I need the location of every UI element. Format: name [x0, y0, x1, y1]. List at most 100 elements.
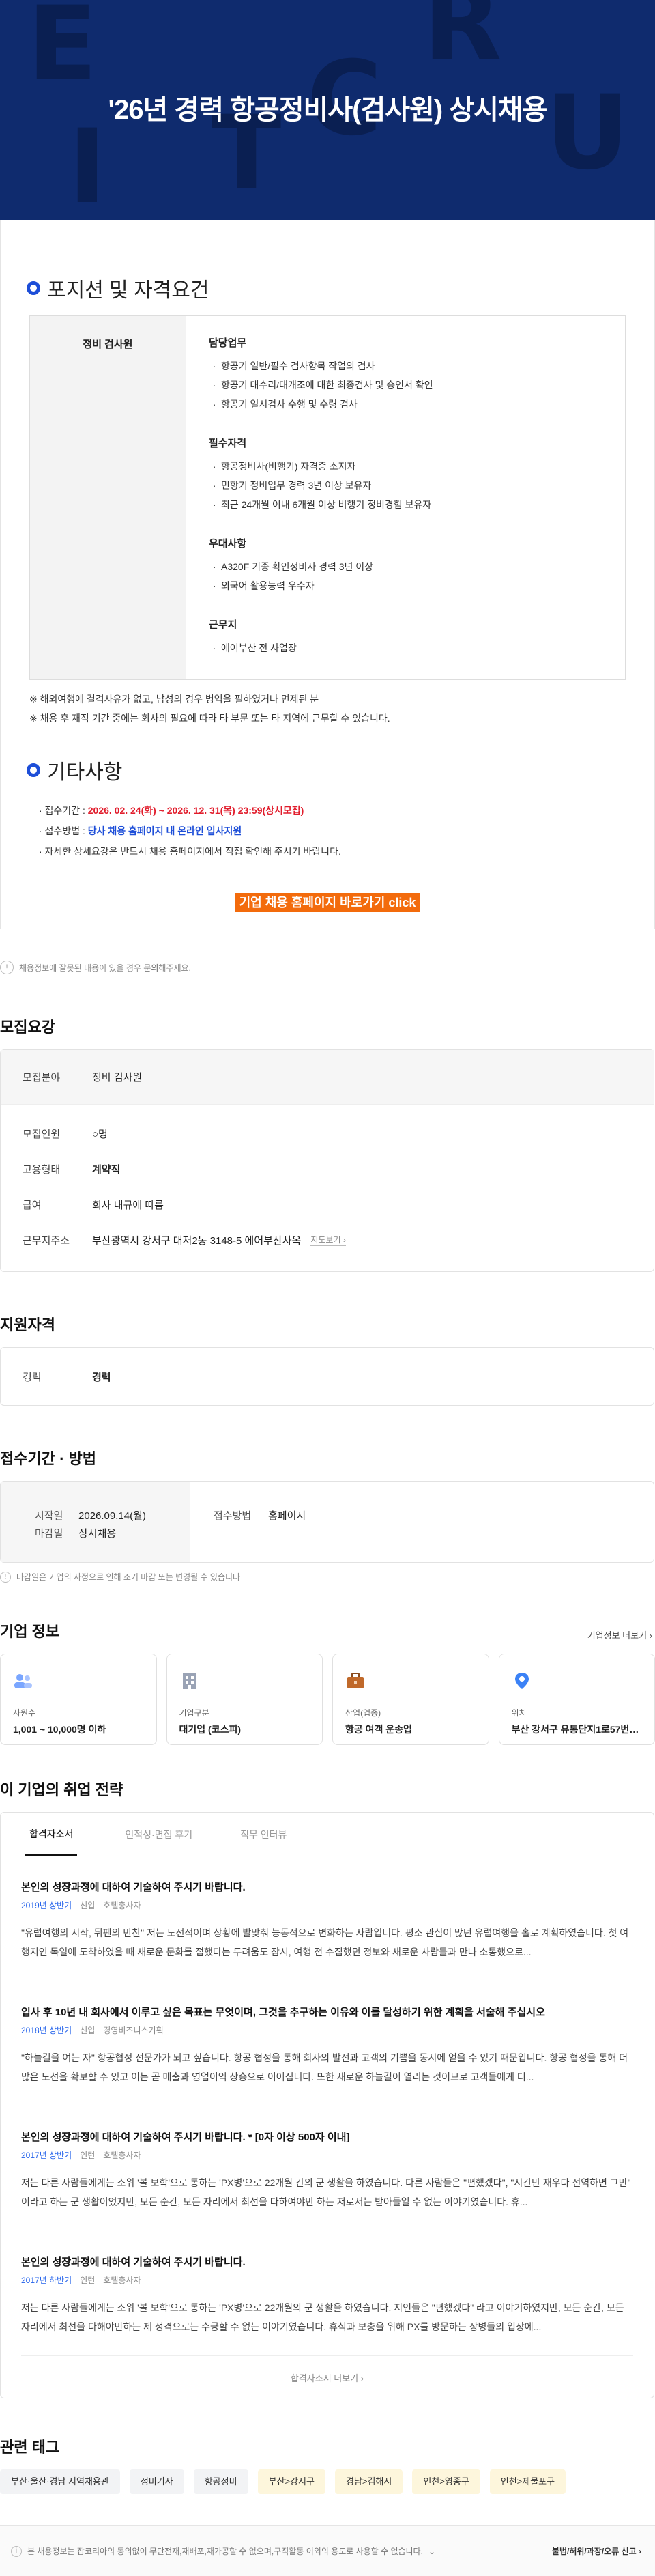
story-meta: 2018년 상반기신입경영비즈니스기획	[21, 2024, 633, 2036]
strategy-header: 이 기업의 취업 전략	[0, 1745, 655, 1812]
misc-heading: 기타사항	[1, 728, 654, 785]
period-value: 2026. 02. 24(화) ~ 2026. 12. 31(목) 23:59(…	[88, 805, 304, 816]
apply-method: 접수방법홈페이지	[190, 1482, 654, 1562]
story-question: 본인의 성장과정에 대하여 기술하여 주시기 바랍니다.	[21, 2254, 633, 2269]
tab-interview-reviews[interactable]: 인적성·면접 후기	[125, 1813, 192, 1856]
tag-chip[interactable]: 항공정비	[194, 2469, 248, 2494]
footer-notice: i 본 채용정보는 잡코리아의 동의없이 무단전재,재배포,재가공할 수 없으며…	[11, 2545, 435, 2557]
strategy-title: 이 기업의 취업 전략	[0, 1778, 123, 1800]
note-text: ※ 해외여행에 결격사유가 없고, 남성의 경우 병역을 필하였거나 면제된 분	[29, 690, 654, 709]
requirements-title: 모집요강	[0, 974, 655, 1049]
misc-heading-text: 기타사항	[47, 755, 122, 785]
circle-bullet-icon	[27, 281, 40, 295]
story-meta: 2017년 하반기인턴호텔총사자	[21, 2274, 633, 2286]
cover-letter-item[interactable]: 본인의 성장과정에 대하여 기술하여 주시기 바랍니다. * [0자 이상 50…	[21, 2106, 633, 2231]
period-line: · 접수기간 : 2026. 02. 24(화) ~ 2026. 12. 31(…	[39, 800, 654, 821]
story-question: 본인의 성장과정에 대하여 기술하여 주시기 바랍니다. * [0자 이상 50…	[21, 2129, 633, 2144]
company-title: 기업 정보	[0, 1619, 59, 1641]
story-answer: "하늘길을 여는 자" 항공협정 전문가가 되고 싶습니다. 항공 협정을 통해…	[21, 2048, 633, 2086]
position-details: 담당업무 항공기 일반/필수 검사항목 작업의 검사 항공기 대수리/대개조에 …	[186, 316, 625, 679]
story-meta: 2019년 상반기신입호텔총사자	[21, 1899, 633, 1911]
company-more-link[interactable]: 기업정보 더보기 ›	[587, 1628, 655, 1641]
group-item: 항공기 일시검사 수행 및 수령 검사	[209, 395, 625, 414]
strategy-box: 합격자소서 인적성·면접 후기 직무 인터뷰 본인의 성장과정에 대하여 기술하…	[0, 1812, 654, 2398]
group-title: 근무지	[209, 617, 625, 632]
tab-job-interviews[interactable]: 직무 인터뷰	[240, 1813, 287, 1856]
posting-body: 포지션 및 자격요건 정비 검사원 담당업무 항공기 일반/필수 검사항목 작업…	[0, 220, 655, 929]
building-icon	[179, 1672, 200, 1690]
cover-letter-item[interactable]: 본인의 성장과정에 대하여 기술하여 주시기 바랍니다. 2019년 상반기신입…	[21, 1856, 633, 1981]
qual-row: 경력경력	[1, 1348, 654, 1405]
qualification-box: 경력경력	[0, 1347, 654, 1406]
group-title: 우대사항	[209, 536, 625, 550]
note-text: ※ 채용 후 재직 기간 중에는 회사의 필요에 따라 타 부문 또는 타 지역…	[29, 709, 654, 728]
method-label: · 접수방법 :	[39, 825, 88, 836]
positions-heading-text: 포지션 및 자격요건	[47, 273, 209, 303]
report-button[interactable]: 불법/허위/과장/오류 신고 ›	[552, 2545, 641, 2557]
requirements-box: 모집분야정비 검사원 모집인원○명 고용형태계약직 급여회사 내규에 따름 근무…	[0, 1049, 654, 1272]
cover-letter-item[interactable]: 본인의 성장과정에 대하여 기술하여 주시기 바랍니다. 2017년 하반기인턴…	[21, 2231, 633, 2356]
position-role: 정비 검사원	[30, 316, 186, 679]
tag-chip[interactable]: 경남>김해시	[335, 2469, 403, 2494]
period-label: · 접수기간 :	[39, 805, 88, 816]
company-card-location: 위치 부산 강서구 유통단지1로57번가길 12	[499, 1654, 655, 1745]
story-question: 본인의 성장과정에 대하여 기술하여 주시기 바랍니다.	[21, 1880, 633, 1894]
apply-tip: !마감일은 기업의 사정으로 인해 조기 마감 또는 변경될 수 있습니다	[0, 1563, 655, 1583]
story-answer: 저는 다른 사람들에게는 소위 '볼 보학'으로 통하는 'PX병'으로 22개…	[21, 2173, 633, 2211]
tag-chip[interactable]: 부산>강서구	[258, 2469, 325, 2494]
posting-banner: E C R U I T '26년 경력 항공정비사(검사원) 상시채용	[0, 0, 655, 220]
required-group: 필수자격 항공정비사(비행기) 자격증 소지자 민항기 정비업무 경력 3년 이…	[209, 436, 625, 514]
req-row: 모집인원○명	[1, 1116, 654, 1151]
banner-deco-letter: I	[68, 116, 106, 218]
workplace-group: 근무지 에어부산 전 사업장	[209, 617, 625, 657]
strategy-tabs: 합격자소서 인적성·면접 후기 직무 인터뷰	[1, 1813, 654, 1856]
apply-homepage-link[interactable]: 홈페이지	[268, 1508, 306, 1525]
story-question: 입사 후 10년 내 회사에서 이루고 싶은 목표는 무엇이며, 그것을 추구하…	[21, 2005, 633, 2019]
group-title: 담당업무	[209, 335, 625, 350]
end-date: 상시채용	[78, 1525, 116, 1543]
apply-box: 시작일2026.09.14(월) 마감일상시채용 접수방법홈페이지	[0, 1481, 654, 1563]
story-meta: 2017년 상반기인턴호텔총사자	[21, 2149, 633, 2161]
banner-deco-letter: E	[27, 0, 97, 96]
company-card-employees: 사원수 1,001 ~ 10,000명 이하	[0, 1654, 157, 1745]
story-answer: "유럽여행의 시작, 뒤팬의 만찬" 저는 도전적이며 상황에 발맞춰 능동적으…	[21, 1923, 633, 1962]
company-card-industry: 산업(업종) 항공 여객 운송업	[332, 1654, 489, 1745]
group-item: 에어부산 전 사업장	[209, 638, 625, 657]
briefcase-icon	[345, 1672, 366, 1690]
misc-details: · 접수기간 : 2026. 02. 24(화) ~ 2026. 12. 31(…	[39, 800, 654, 862]
req-row: 모집분야정비 검사원	[1, 1050, 654, 1105]
start-date: 2026.09.14(월)	[78, 1508, 146, 1525]
positions-table: 정비 검사원 담당업무 항공기 일반/필수 검사항목 작업의 검사 항공기 대수…	[29, 315, 626, 680]
company-header: 기업 정보 기업정보 더보기 ›	[0, 1583, 655, 1654]
footer-bar: i 본 채용정보는 잡코리아의 동의없이 무단전재,재배포,재가공할 수 없으며…	[0, 2525, 655, 2576]
method-value: 당사 채용 홈페이지 내 온라인 입사지원	[88, 825, 242, 836]
tags-header: 관련 태그	[0, 2398, 655, 2469]
report-text: 채용정보에 잘못된 내용이 있을 경우 문의해주세요.	[19, 962, 191, 974]
cover-letter-item[interactable]: 입사 후 10년 내 회사에서 이루고 싶은 목표는 무엇이며, 그것을 추구하…	[21, 1981, 633, 2106]
tag-chip[interactable]: 정비기사	[130, 2469, 184, 2494]
preferred-group: 우대사항 A320F 기종 확인정비사 경력 3년 이상 외국어 활용능력 우수…	[209, 536, 625, 595]
company-card-type: 기업구분 대기업 (코스피)	[166, 1654, 323, 1745]
group-item: 항공정비사(비행기) 자격증 소지자	[209, 457, 625, 476]
tab-cover-letters[interactable]: 합격자소서	[25, 1813, 77, 1856]
tag-chip[interactable]: 인천>영종구	[412, 2469, 480, 2494]
group-title: 필수자격	[209, 436, 625, 450]
report-link[interactable]: 문의	[143, 963, 158, 973]
tag-chip[interactable]: 인천>제물포구	[490, 2469, 566, 2494]
apply-dates: 시작일2026.09.14(월) 마감일상시채용	[1, 1482, 190, 1562]
more-cover-letters-link[interactable]: 합격자소서 더보기 ›	[1, 2356, 654, 2398]
map-view-link[interactable]: 지도보기 ›	[310, 1234, 346, 1246]
req-row: 고용형태계약직	[1, 1151, 654, 1187]
info-icon: !	[0, 1572, 11, 1583]
group-item: 민항기 정비업무 경력 3년 이상 보유자	[209, 476, 625, 495]
duty-group: 담당업무 항공기 일반/필수 검사항목 작업의 검사 항공기 대수리/대개조에 …	[209, 335, 625, 414]
req-row: 급여회사 내규에 따름	[1, 1187, 654, 1222]
tag-chip[interactable]: 부산·울산·경남 지역채용관	[0, 2469, 120, 2494]
company-homepage-button[interactable]: 기업 채용 홈페이지 바로가기 click	[235, 893, 420, 912]
circle-bullet-icon	[27, 763, 40, 777]
group-item: 항공기 일반/필수 검사항목 작업의 검사	[209, 356, 625, 376]
banner-deco-letter: R	[423, 0, 502, 75]
info-icon: !	[0, 961, 14, 974]
positions-heading: 포지션 및 자격요건	[1, 220, 654, 303]
chevron-down-icon[interactable]: ⌄	[428, 2547, 435, 2556]
